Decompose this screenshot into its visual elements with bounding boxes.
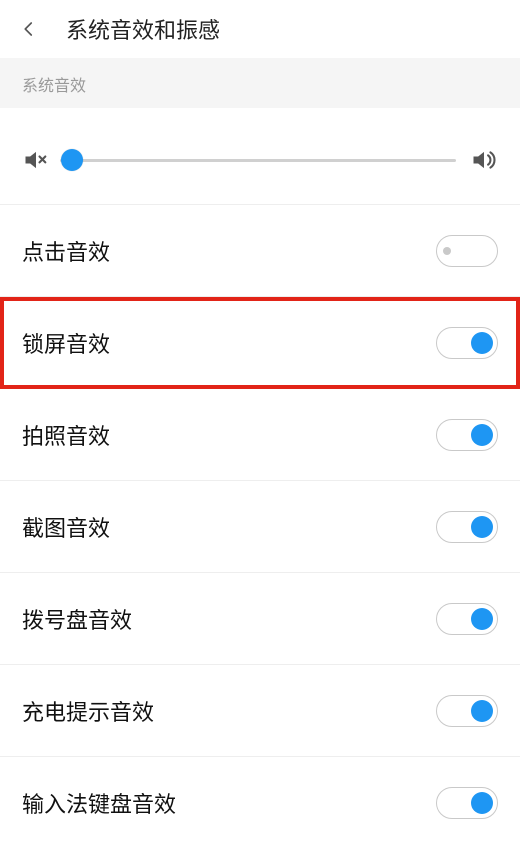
page-title: 系统音效和振感 (66, 13, 220, 45)
settings-row[interactable]: 锁屏音效 (0, 297, 520, 389)
toggle-switch[interactable] (436, 695, 498, 727)
toggle-switch[interactable] (436, 327, 498, 359)
toggle-switch[interactable] (436, 787, 498, 819)
toggle-knob (471, 516, 493, 538)
settings-row[interactable]: 拍照音效 (0, 389, 520, 481)
header: 系统音效和振感 (0, 0, 520, 58)
toggle-knob (471, 700, 493, 722)
toggle-knob (471, 608, 493, 630)
settings-row[interactable]: 点击音效 (0, 205, 520, 297)
settings-row[interactable]: 截图音效 (0, 481, 520, 573)
row-label: 充电提示音效 (22, 695, 154, 727)
section-header: 系统音效 (0, 58, 520, 108)
row-label: 拍照音效 (22, 419, 110, 451)
volume-up-icon (470, 146, 498, 174)
toggle-switch[interactable] (436, 603, 498, 635)
settings-row[interactable]: 拨号盘音效 (0, 573, 520, 665)
settings-row[interactable]: 充电提示音效 (0, 665, 520, 757)
toggle-switch[interactable] (436, 235, 498, 267)
toggle-knob (471, 792, 493, 814)
slider-track (60, 159, 456, 162)
toggle-knob (471, 424, 493, 446)
settings-list: 点击音效锁屏音效拍照音效截图音效拨号盘音效充电提示音效输入法键盘音效 (0, 205, 520, 849)
toggle-knob (443, 247, 451, 255)
volume-mute-icon (22, 146, 50, 174)
toggle-knob (471, 332, 493, 354)
row-label: 截图音效 (22, 511, 110, 543)
chevron-left-icon (20, 20, 38, 38)
row-label: 锁屏音效 (22, 327, 110, 359)
toggle-switch[interactable] (436, 511, 498, 543)
row-label: 拨号盘音效 (22, 603, 132, 635)
slider-thumb[interactable] (61, 149, 83, 171)
settings-row[interactable]: 输入法键盘音效 (0, 757, 520, 849)
volume-slider[interactable] (60, 148, 456, 172)
back-button[interactable] (14, 14, 44, 44)
volume-slider-row (0, 108, 520, 205)
row-label: 点击音效 (22, 235, 110, 267)
row-label: 输入法键盘音效 (22, 787, 176, 819)
toggle-switch[interactable] (436, 419, 498, 451)
